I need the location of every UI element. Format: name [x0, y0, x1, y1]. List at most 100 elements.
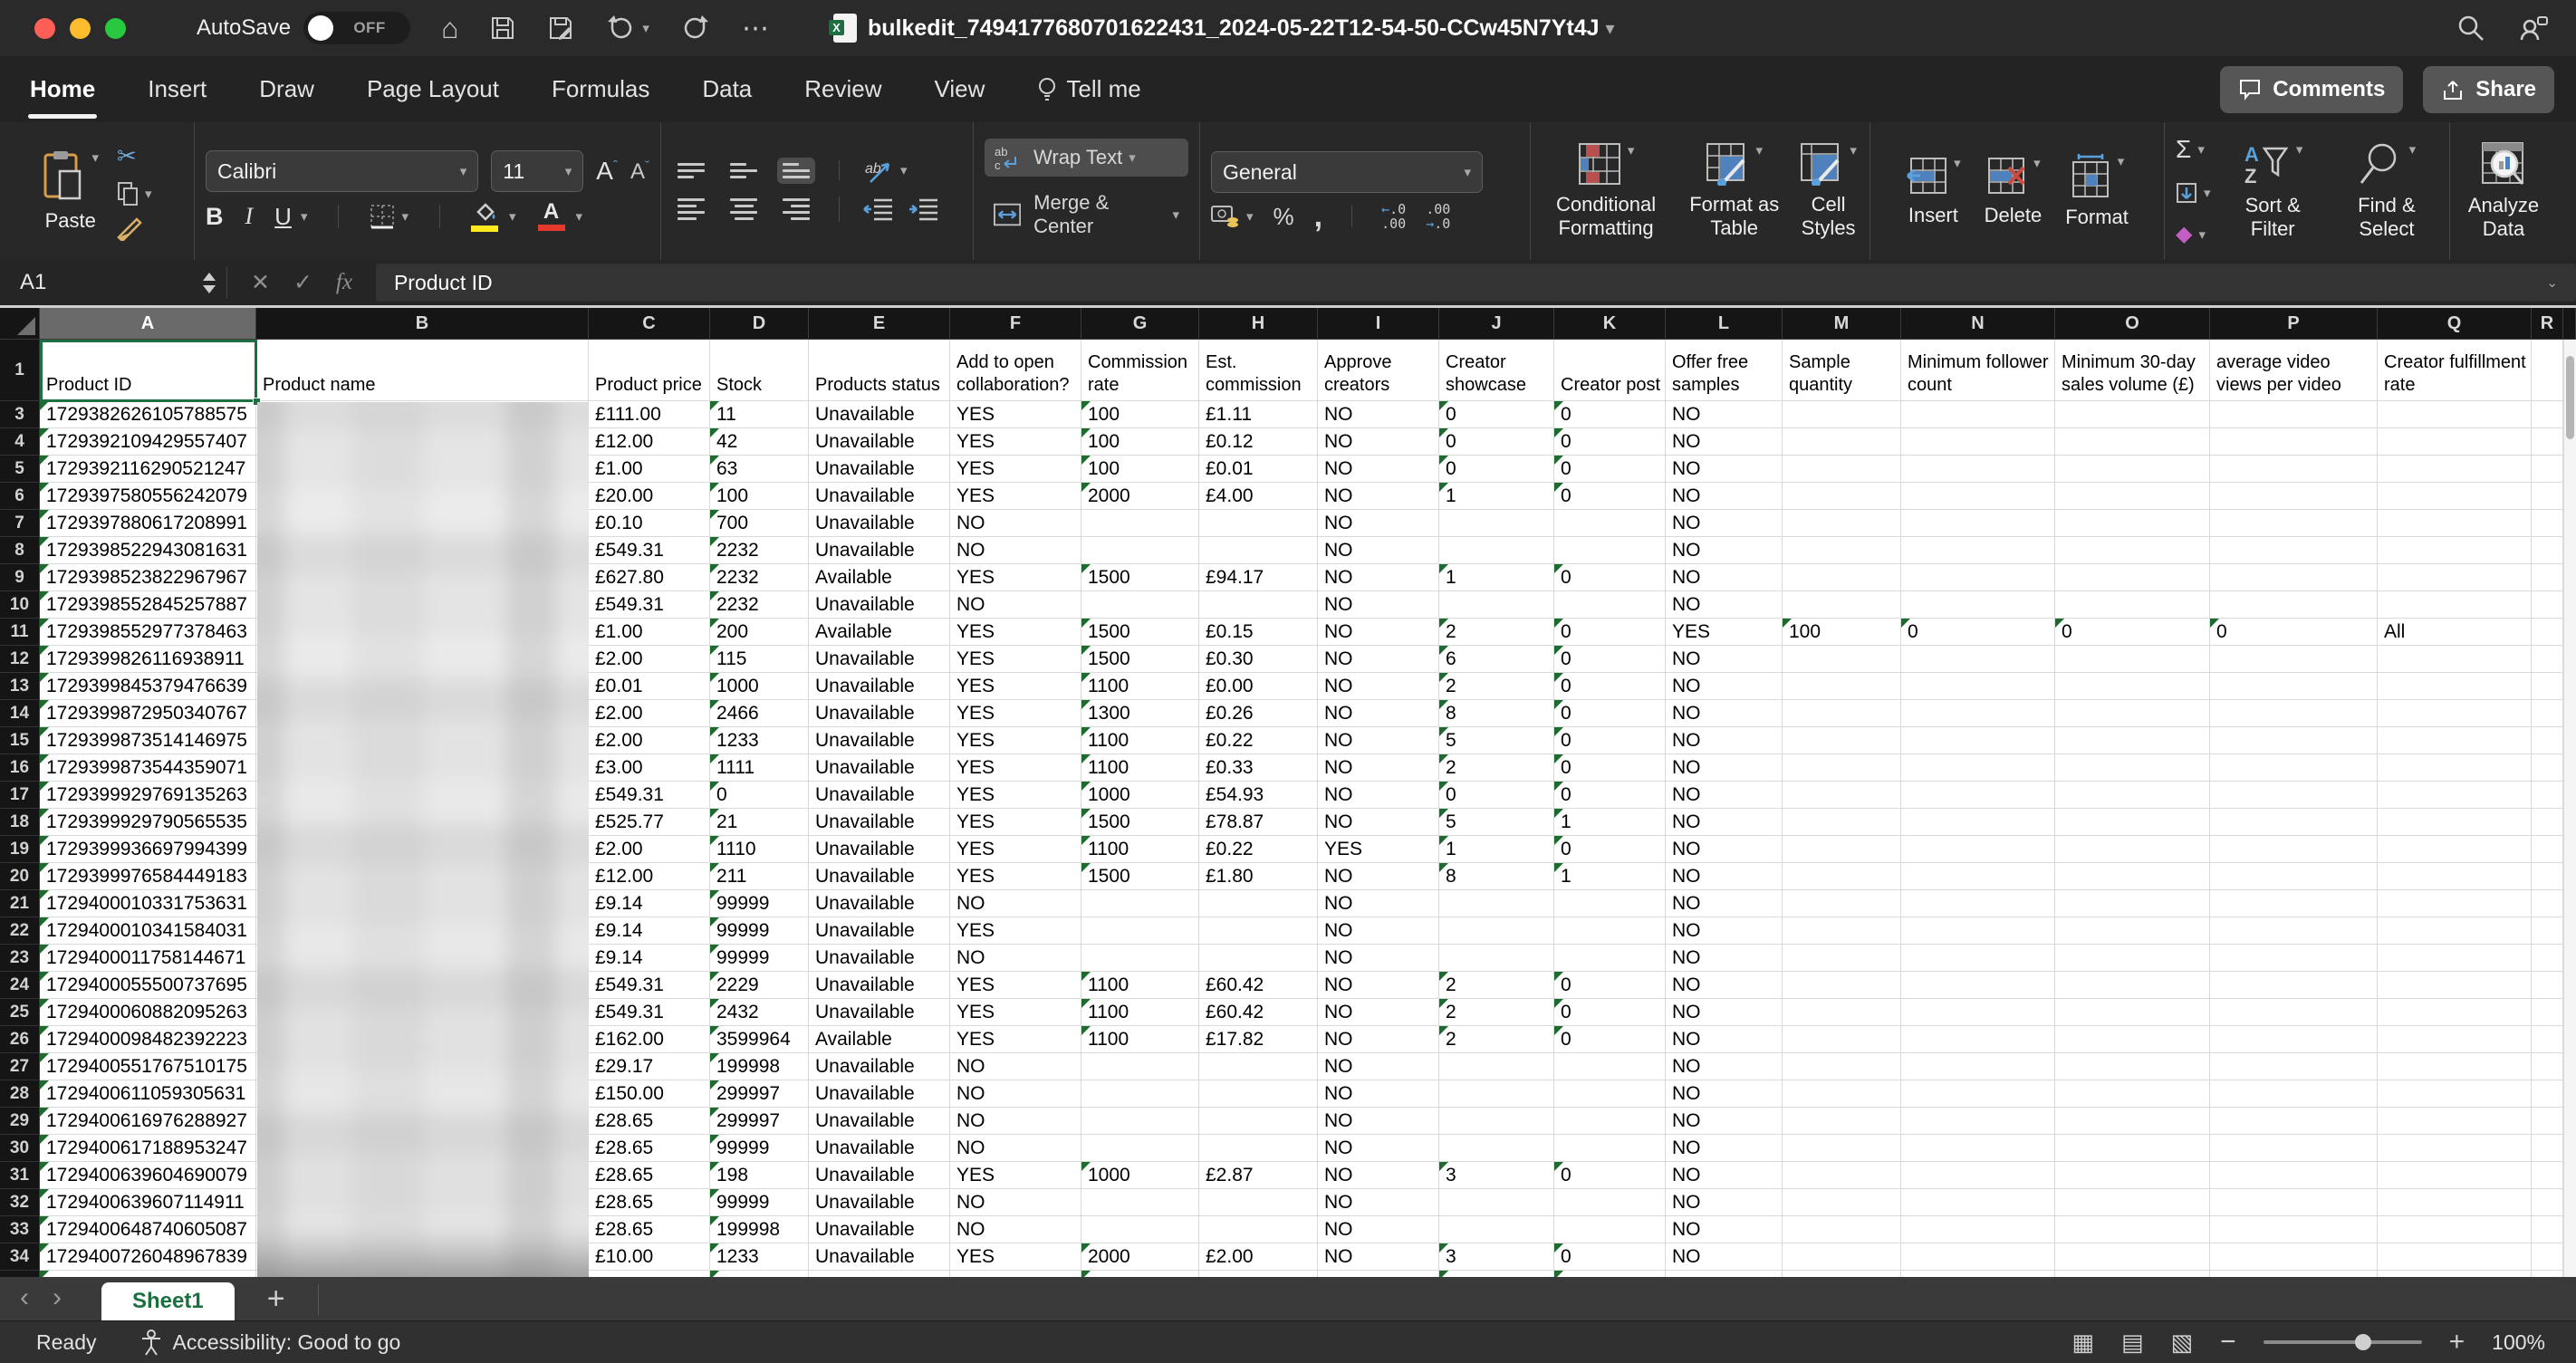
cell[interactable] — [2055, 782, 2210, 809]
cell[interactable]: 0 — [1554, 836, 1666, 863]
cell[interactable] — [256, 754, 589, 782]
cell[interactable] — [1554, 1080, 1666, 1108]
sort-filter-button[interactable]: AZ ▾ Sort & Filter — [2227, 131, 2319, 251]
cell[interactable] — [2055, 1271, 2210, 1277]
cell[interactable]: Unavailable — [809, 1189, 950, 1216]
cell[interactable] — [2210, 917, 2378, 945]
cell[interactable]: 1729399872950340767 — [40, 700, 256, 727]
column-header-I[interactable]: I — [1318, 308, 1439, 340]
cell[interactable]: 2432 — [710, 999, 809, 1026]
cell[interactable]: 1 — [1439, 564, 1554, 591]
cell[interactable] — [2532, 1216, 2563, 1243]
cell[interactable]: 3599964 — [710, 1026, 809, 1053]
cell[interactable] — [2210, 1108, 2378, 1135]
cell[interactable]: YES — [950, 456, 1081, 483]
cell[interactable] — [1901, 537, 2055, 564]
scrollbar-thumb[interactable] — [2566, 356, 2574, 439]
row-header-16[interactable]: 16 — [0, 754, 40, 782]
cell[interactable] — [2532, 1243, 2563, 1271]
column-header-L[interactable]: L — [1666, 308, 1783, 340]
cell[interactable] — [1081, 1135, 1199, 1162]
cell[interactable] — [256, 727, 589, 754]
zoom-level[interactable]: 100% — [2492, 1330, 2545, 1355]
more-commands-icon[interactable]: ⋯ — [742, 13, 769, 44]
cell[interactable] — [2210, 1216, 2378, 1243]
cell[interactable] — [1783, 537, 1901, 564]
cell[interactable] — [1199, 945, 1318, 972]
cell[interactable]: NO — [1318, 999, 1439, 1026]
cell[interactable]: 99999 — [710, 1135, 809, 1162]
cell[interactable]: YES — [950, 782, 1081, 809]
row-header-30[interactable]: 30 — [0, 1135, 40, 1162]
cell[interactable] — [1901, 401, 2055, 428]
row-header-21[interactable]: 21 — [0, 890, 40, 917]
cell[interactable]: £94.17 — [1199, 564, 1318, 591]
cell[interactable] — [2532, 646, 2563, 673]
cell[interactable] — [2210, 863, 2378, 890]
cell[interactable]: NO — [950, 1080, 1081, 1108]
header-cell[interactable]: Est. commission — [1199, 340, 1318, 401]
cell[interactable]: 1729400726048967839 — [40, 1243, 256, 1271]
cell[interactable]: 1100 — [1081, 727, 1199, 754]
cell[interactable]: 1729400010341584031 — [40, 917, 256, 945]
zoom-window-button[interactable] — [105, 17, 126, 39]
cell[interactable]: 100 — [1783, 619, 1901, 646]
cell[interactable] — [2532, 1271, 2563, 1277]
cell[interactable] — [1783, 1053, 1901, 1080]
cell[interactable]: NO — [950, 1135, 1081, 1162]
cell[interactable]: Unavailable — [809, 1080, 950, 1108]
column-header-E[interactable]: E — [809, 308, 950, 340]
cell[interactable]: £1.80 — [1199, 863, 1318, 890]
cell[interactable] — [1081, 890, 1199, 917]
decrease-indent-button[interactable] — [863, 197, 894, 221]
cell[interactable] — [1901, 428, 2055, 456]
cell[interactable] — [1199, 1053, 1318, 1080]
cell[interactable]: 1 — [1554, 809, 1666, 836]
cell[interactable]: 0 — [1554, 727, 1666, 754]
cell[interactable] — [1783, 754, 1901, 782]
cell[interactable]: YES — [950, 727, 1081, 754]
cell[interactable]: 1729400011758144671 — [40, 945, 256, 972]
cell[interactable]: 1729397880617208991 — [40, 510, 256, 537]
cell[interactable]: £28.65 — [589, 1216, 710, 1243]
cell[interactable]: £1.00 — [589, 619, 710, 646]
cell[interactable] — [1199, 1271, 1318, 1277]
cell[interactable] — [1901, 972, 2055, 999]
cell[interactable] — [1081, 591, 1199, 619]
cell[interactable] — [2055, 646, 2210, 673]
row-header-10[interactable]: 10 — [0, 591, 40, 619]
cell[interactable]: £28.65 — [589, 1108, 710, 1135]
cell[interactable] — [1901, 945, 2055, 972]
tab-home[interactable]: Home — [27, 75, 98, 119]
cell[interactable]: 0 — [1554, 646, 1666, 673]
undo-icon[interactable]: ▾ — [605, 14, 649, 43]
cell[interactable] — [2210, 401, 2378, 428]
cell[interactable]: NO — [950, 1189, 1081, 1216]
cell-styles-button[interactable]: ▾ Cell Styles — [1798, 131, 1859, 251]
cell[interactable]: 1233 — [710, 1243, 809, 1271]
cell[interactable] — [2055, 537, 2210, 564]
cell[interactable] — [1783, 1271, 1901, 1277]
expand-formula-bar-icon[interactable]: ⌄ — [2546, 274, 2558, 291]
next-sheet-icon[interactable]: › — [53, 1282, 62, 1313]
font-size-select[interactable]: 11 ▾ — [491, 150, 584, 192]
cell[interactable]: NO — [1318, 564, 1439, 591]
cell[interactable]: 1100 — [1081, 673, 1199, 700]
cell[interactable] — [1554, 1189, 1666, 1216]
cell[interactable]: 200 — [710, 619, 809, 646]
cell[interactable] — [2055, 754, 2210, 782]
cell[interactable] — [2055, 564, 2210, 591]
increase-decimal-button[interactable]: ←.0.00 — [1381, 202, 1406, 231]
cell[interactable]: 1100 — [1081, 754, 1199, 782]
cell[interactable] — [256, 591, 589, 619]
cell[interactable] — [256, 646, 589, 673]
cell[interactable] — [256, 537, 589, 564]
cell[interactable] — [1783, 945, 1901, 972]
cell[interactable]: 1100 — [1081, 999, 1199, 1026]
cell[interactable] — [1783, 782, 1901, 809]
cell[interactable] — [2378, 456, 2532, 483]
cell[interactable]: NO — [1666, 700, 1783, 727]
cell[interactable]: £17.82 — [1199, 1026, 1318, 1053]
cell[interactable]: 0 — [1439, 401, 1554, 428]
cell[interactable] — [1554, 1053, 1666, 1080]
